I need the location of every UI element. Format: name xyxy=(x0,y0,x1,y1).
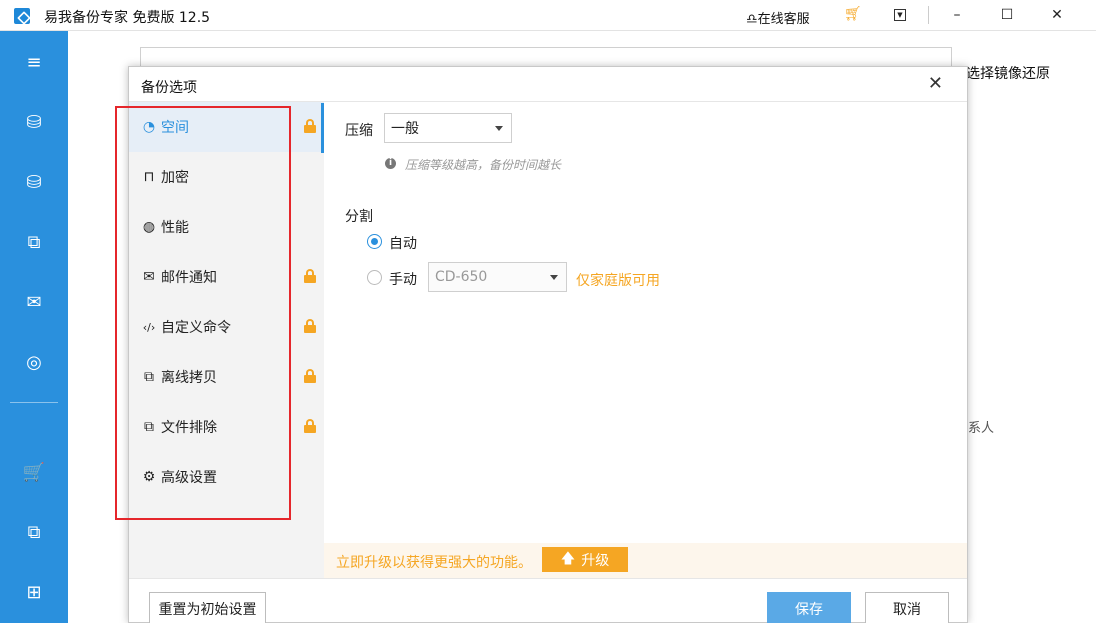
highlight-box xyxy=(115,106,291,520)
active-nav-marker xyxy=(321,103,324,153)
lock-icon xyxy=(304,119,316,133)
compression-hint: 压缩等级越高，备份时间越长 xyxy=(405,158,562,172)
reset-defaults-button[interactable]: 重置为初始设置 xyxy=(149,592,266,623)
app-title: 易我备份专家 免费版 12.5 xyxy=(44,10,211,26)
info-icon: i xyxy=(385,158,396,169)
lock-icon xyxy=(304,269,316,283)
upgrade-banner: 立即升级以获得更强大的功能。 🡅 升级 xyxy=(324,543,967,578)
clone-icon[interactable]: ⧉ xyxy=(0,512,68,552)
compression-select[interactable]: 一般 xyxy=(384,113,512,143)
online-service-label: 在线客服 xyxy=(757,12,810,27)
dialog-close-button[interactable]: ✕ xyxy=(928,73,943,94)
split-auto-label[interactable]: 自动 xyxy=(389,233,417,253)
cart-icon[interactable]: 🛒 xyxy=(0,452,68,492)
title-bar: 易我备份专家 免费版 12.5 ♎︎在线客服 🛒︎ ▼ – ☐ ✕ xyxy=(0,0,1096,31)
lock-icon xyxy=(304,369,316,383)
upgrade-button[interactable]: 🡅 升级 xyxy=(542,547,628,572)
system-backup-icon[interactable]: ⛁ xyxy=(0,162,68,202)
footer-divider xyxy=(129,578,967,579)
lock-icon xyxy=(304,319,316,333)
lock-icon xyxy=(304,419,316,433)
split-label: 分割 xyxy=(345,209,373,225)
compression-value: 一般 xyxy=(391,121,419,137)
compression-label: 压缩 xyxy=(345,123,373,139)
headset-icon: ♎︎ xyxy=(746,12,758,27)
minimize-button[interactable]: – xyxy=(942,4,972,26)
sidebar-divider xyxy=(10,402,58,403)
chevron-down-icon xyxy=(495,126,503,131)
split-size-select: CD-650 xyxy=(428,262,567,292)
cancel-button[interactable]: 取消 xyxy=(865,592,949,623)
split-size-value: CD-650 xyxy=(435,269,488,285)
online-service-link[interactable]: ♎︎在线客服 xyxy=(746,8,810,27)
backup-options-dialog: 备份选项 ✕ ◔ 空间 ⊓ 加密 ◍ 性能 ✉ 邮件通知 ‹/› 自定义命令 ⧉… xyxy=(115,66,968,623)
titlebar-divider xyxy=(928,6,929,24)
chevron-down-icon xyxy=(550,275,558,280)
dialog-title: 备份选项 xyxy=(141,80,197,96)
background-contact-text: 系人 xyxy=(968,421,995,436)
app-logo-icon xyxy=(14,8,30,24)
cart-icon[interactable]: 🛒︎ xyxy=(844,6,862,22)
restore-link-label: 选择镜像还原 xyxy=(966,66,1050,82)
disk-backup-icon[interactable]: ⛁ xyxy=(0,102,68,142)
arrow-up-icon: 🡅 xyxy=(560,550,576,567)
file-backup-icon[interactable]: ⧉ xyxy=(0,222,68,262)
main-sidebar: ≡ ⛁ ⛁ ⧉ ✉ ◎ 🛒 ⧉ ⊞ xyxy=(0,31,68,623)
split-manual-label[interactable]: 手动 xyxy=(389,269,417,289)
restore-from-image-link[interactable]: 选择镜像还原 xyxy=(966,63,1050,83)
dropdown-menu-icon[interactable]: ▼ xyxy=(894,9,906,21)
upgrade-text: 立即升级以获得更强大的功能。 xyxy=(336,555,532,571)
smart-backup-icon[interactable]: ◎ xyxy=(0,342,68,382)
mail-backup-icon[interactable]: ✉ xyxy=(0,282,68,322)
close-window-button[interactable]: ✕ xyxy=(1042,4,1072,26)
upgrade-button-label: 升级 xyxy=(581,552,610,569)
save-button[interactable]: 保存 xyxy=(767,592,851,623)
tools-icon[interactable]: ⊞ xyxy=(0,572,68,612)
split-manual-radio[interactable] xyxy=(367,270,382,285)
menu-icon[interactable]: ≡ xyxy=(0,42,68,82)
split-auto-radio[interactable] xyxy=(367,234,382,249)
maximize-button[interactable]: ☐ xyxy=(992,4,1022,26)
home-edition-only-note: 仅家庭版可用 xyxy=(576,273,660,289)
